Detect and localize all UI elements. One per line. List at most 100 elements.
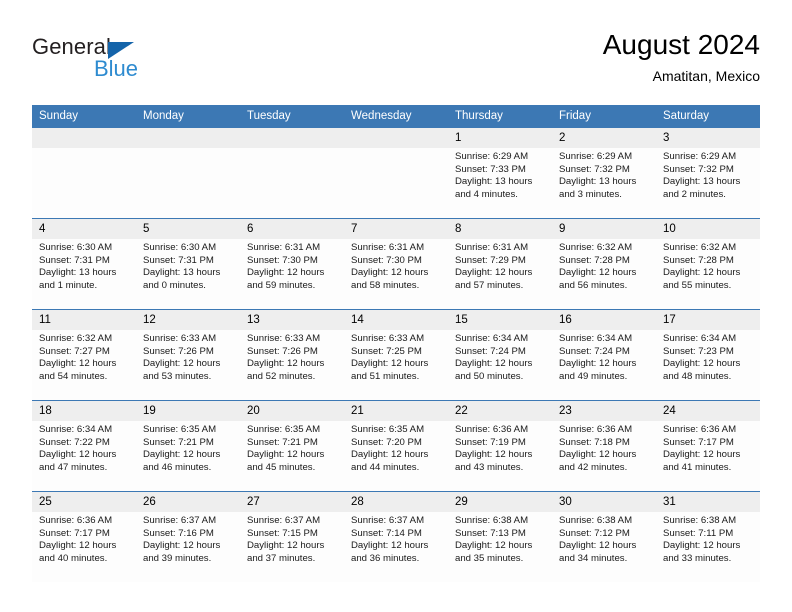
day-info: Sunrise: 6:29 AM Sunset: 7:32 PM Daylight:… [552, 148, 656, 201]
calendar-day-cell[interactable] [240, 127, 344, 219]
daylight-text-line2: and 43 minutes. [455, 461, 524, 473]
daylight-text-line2: and 50 minutes. [455, 370, 524, 382]
calendar-day-cell[interactable]: 6 Sunrise: 6:31 AM Sunset: 7:30 PM Daylight… [240, 218, 344, 310]
day-cell: 18 Sunrise: 6:34 AM Sunset: 7:22 PM Dayligh… [32, 401, 136, 491]
daylight-text-line2: and 58 minutes. [351, 279, 420, 291]
sunrise-text: Sunrise: 6:32 AM [559, 242, 633, 253]
day-number: 1 [448, 128, 552, 148]
day-cell: 25 Sunrise: 6:36 AM Sunset: 7:17 PM Dayligh… [32, 492, 136, 582]
calendar-day-cell[interactable]: 9 Sunrise: 6:32 AM Sunset: 7:28 PM Daylight… [552, 218, 656, 310]
calendar-day-cell[interactable]: 11 Sunrise: 6:32 AM Sunset: 7:27 PM Dayligh… [32, 309, 136, 401]
calendar-day-cell[interactable]: 8 Sunrise: 6:31 AM Sunset: 7:29 PM Daylight… [448, 218, 552, 310]
daylight-text-line1: Daylight: 12 hours [351, 449, 429, 461]
general-blue-logo[interactable]: General Blue [32, 34, 232, 90]
calendar-day-cell[interactable]: 23 Sunrise: 6:36 AM Sunset: 7:18 PM Dayligh… [552, 400, 656, 492]
day-cell: 28 Sunrise: 6:37 AM Sunset: 7:14 PM Dayligh… [344, 492, 448, 582]
day-info: Sunrise: 6:30 AM Sunset: 7:31 PM Daylight:… [32, 239, 136, 292]
calendar-day-cell[interactable]: 28 Sunrise: 6:37 AM Sunset: 7:14 PM Dayligh… [344, 491, 448, 582]
sunset-text: Sunset: 7:27 PM [39, 345, 110, 357]
day-cell: 30 Sunrise: 6:38 AM Sunset: 7:12 PM Dayligh… [552, 492, 656, 582]
calendar-day-cell[interactable]: 10 Sunrise: 6:32 AM Sunset: 7:28 PM Dayligh… [656, 218, 760, 310]
calendar-day-cell[interactable]: 15 Sunrise: 6:34 AM Sunset: 7:24 PM Dayligh… [448, 309, 552, 401]
day-number: 14 [344, 310, 448, 330]
daylight-text-line1: Daylight: 13 hours [559, 176, 637, 188]
sunrise-text: Sunrise: 6:38 AM [663, 515, 737, 526]
calendar-day-cell[interactable]: 17 Sunrise: 6:34 AM Sunset: 7:23 PM Dayligh… [656, 309, 760, 401]
calendar-day-cell[interactable]: 5 Sunrise: 6:30 AM Sunset: 7:31 PM Daylight… [136, 218, 240, 310]
sunset-text: Sunset: 7:28 PM [663, 254, 734, 266]
sunset-text: Sunset: 7:18 PM [559, 436, 630, 448]
sunset-text: Sunset: 7:24 PM [559, 345, 630, 357]
calendar-day-cell[interactable]: 16 Sunrise: 6:34 AM Sunset: 7:24 PM Dayligh… [552, 309, 656, 401]
calendar-day-cell[interactable] [344, 127, 448, 219]
sunset-text: Sunset: 7:26 PM [247, 345, 318, 357]
sunrise-text: Sunrise: 6:29 AM [455, 151, 529, 162]
calendar-day-cell[interactable]: 24 Sunrise: 6:36 AM Sunset: 7:17 PM Dayligh… [656, 400, 760, 492]
daylight-text-line1: Daylight: 12 hours [455, 267, 533, 279]
day-info: Sunrise: 6:33 AM Sunset: 7:26 PM Daylight:… [136, 330, 240, 383]
calendar-day-cell[interactable]: 14 Sunrise: 6:33 AM Sunset: 7:25 PM Dayligh… [344, 309, 448, 401]
calendar-day-cell[interactable]: 29 Sunrise: 6:38 AM Sunset: 7:13 PM Dayligh… [448, 491, 552, 582]
sunrise-text: Sunrise: 6:34 AM [559, 333, 633, 344]
calendar-day-cell[interactable]: 18 Sunrise: 6:34 AM Sunset: 7:22 PM Dayligh… [32, 400, 136, 492]
location-subtitle: Amatitan, Mexico [652, 68, 760, 84]
day-number: 25 [32, 492, 136, 512]
sunrise-text: Sunrise: 6:36 AM [663, 424, 737, 435]
calendar-day-cell[interactable]: 13 Sunrise: 6:33 AM Sunset: 7:26 PM Dayligh… [240, 309, 344, 401]
page-title: August 2024 [602, 29, 760, 60]
calendar-day-cell[interactable]: 26 Sunrise: 6:37 AM Sunset: 7:16 PM Dayligh… [136, 491, 240, 582]
calendar-day-cell[interactable]: 25 Sunrise: 6:36 AM Sunset: 7:17 PM Dayligh… [32, 491, 136, 582]
calendar-day-cell[interactable]: 19 Sunrise: 6:35 AM Sunset: 7:21 PM Dayligh… [136, 400, 240, 492]
calendar-page: General Blue August 2024 Amatitan, Mexic… [0, 0, 792, 612]
sunrise-text: Sunrise: 6:33 AM [247, 333, 321, 344]
empty-day-cell [32, 128, 136, 218]
calendar-day-cell[interactable]: 3 Sunrise: 6:29 AM Sunset: 7:32 PM Daylight… [656, 127, 760, 219]
calendar-day-cell[interactable]: 21 Sunrise: 6:35 AM Sunset: 7:20 PM Dayligh… [344, 400, 448, 492]
calendar-week-row: 1 Sunrise: 6:29 AM Sunset: 7:33 PM Daylight… [32, 127, 760, 219]
day-cell: 12 Sunrise: 6:33 AM Sunset: 7:26 PM Dayligh… [136, 310, 240, 400]
daylight-text-line2: and 4 minutes. [455, 188, 518, 200]
daylight-text-line1: Daylight: 13 hours [39, 267, 117, 279]
calendar-day-cell[interactable]: 2 Sunrise: 6:29 AM Sunset: 7:32 PM Daylight… [552, 127, 656, 219]
calendar-day-cell[interactable]: 31 Sunrise: 6:38 AM Sunset: 7:11 PM Dayligh… [656, 491, 760, 582]
calendar-header-row: Sunday Monday Tuesday Wednesday Thursday… [32, 105, 760, 128]
calendar-day-cell[interactable] [136, 127, 240, 219]
calendar-day-cell[interactable]: 30 Sunrise: 6:38 AM Sunset: 7:12 PM Dayligh… [552, 491, 656, 582]
sunset-text: Sunset: 7:21 PM [247, 436, 318, 448]
calendar-day-cell[interactable]: 1 Sunrise: 6:29 AM Sunset: 7:33 PM Daylight… [448, 127, 552, 219]
sunrise-text: Sunrise: 6:37 AM [351, 515, 425, 526]
daylight-text-line1: Daylight: 12 hours [663, 267, 741, 279]
daylight-text-line2: and 0 minutes. [143, 279, 206, 291]
sunrise-text: Sunrise: 6:30 AM [143, 242, 217, 253]
calendar-day-cell[interactable]: 7 Sunrise: 6:31 AM Sunset: 7:30 PM Daylight… [344, 218, 448, 310]
day-info: Sunrise: 6:35 AM Sunset: 7:21 PM Daylight:… [240, 421, 344, 474]
calendar-day-cell[interactable]: 4 Sunrise: 6:30 AM Sunset: 7:31 PM Daylight… [32, 218, 136, 310]
day-info: Sunrise: 6:36 AM Sunset: 7:17 PM Daylight:… [32, 512, 136, 565]
day-info: Sunrise: 6:36 AM Sunset: 7:18 PM Daylight:… [552, 421, 656, 474]
calendar-day-cell[interactable] [32, 127, 136, 219]
calendar-day-cell[interactable]: 20 Sunrise: 6:35 AM Sunset: 7:21 PM Dayligh… [240, 400, 344, 492]
calendar-day-cell[interactable]: 12 Sunrise: 6:33 AM Sunset: 7:26 PM Dayligh… [136, 309, 240, 401]
sunrise-text: Sunrise: 6:38 AM [455, 515, 529, 526]
sunrise-text: Sunrise: 6:36 AM [455, 424, 529, 435]
day-number: 23 [552, 401, 656, 421]
daylight-text-line1: Daylight: 12 hours [143, 449, 221, 461]
sunset-text: Sunset: 7:25 PM [351, 345, 422, 357]
daylight-text-line2: and 39 minutes. [143, 552, 212, 564]
sunrise-text: Sunrise: 6:31 AM [247, 242, 321, 253]
calendar-day-cell[interactable]: 27 Sunrise: 6:37 AM Sunset: 7:15 PM Dayligh… [240, 491, 344, 582]
daylight-text-line1: Daylight: 12 hours [559, 540, 637, 552]
day-cell: 15 Sunrise: 6:34 AM Sunset: 7:24 PM Dayligh… [448, 310, 552, 400]
calendar-day-cell[interactable]: 22 Sunrise: 6:36 AM Sunset: 7:19 PM Dayligh… [448, 400, 552, 492]
sunset-text: Sunset: 7:12 PM [559, 527, 630, 539]
sunset-text: Sunset: 7:16 PM [143, 527, 214, 539]
daylight-text-line2: and 54 minutes. [39, 370, 108, 382]
day-number: 4 [32, 219, 136, 239]
daylight-text-line2: and 2 minutes. [663, 188, 726, 200]
day-number: 8 [448, 219, 552, 239]
logo-text-blue: Blue [94, 56, 139, 81]
title-block: August 2024 Amatitan, Mexico [603, 28, 760, 86]
daylight-text-line2: and 57 minutes. [455, 279, 524, 291]
weekday-header-wednesday: Wednesday [344, 105, 448, 128]
daylight-text-line1: Daylight: 12 hours [663, 358, 741, 370]
